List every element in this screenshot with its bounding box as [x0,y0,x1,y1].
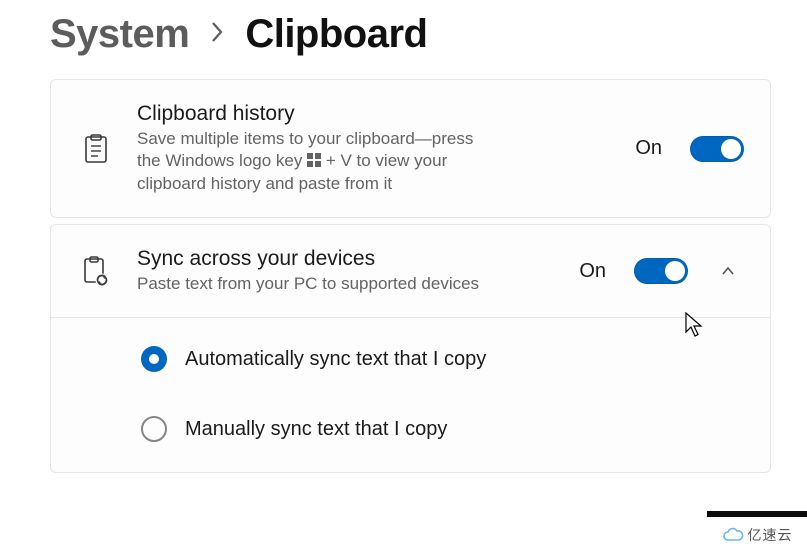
windows-logo-icon [307,151,321,173]
breadcrumb-system[interactable]: System [50,12,189,57]
clipboard-sync-icon [79,256,113,286]
sync-devices-state: On [579,260,606,283]
watermark-text: 亿速云 [748,525,793,545]
sync-devices-toggle[interactable] [634,258,688,284]
watermark: 亿速云 [707,511,807,553]
clipboard-history-state: On [635,137,662,160]
clipboard-icon [79,134,113,164]
clipboard-history-title: Clipboard history [137,102,611,126]
clipboard-history-description: Save multiple items to your clipboard—pr… [137,128,497,195]
cloud-icon [722,526,744,545]
sync-devices-title: Sync across your devices [137,247,555,271]
sync-devices-card: Sync across your devices Paste text from… [50,224,771,473]
chevron-right-icon [209,19,225,51]
radio-auto-label: Automatically sync text that I copy [185,348,486,371]
chevron-up-icon [720,263,736,279]
radio-auto[interactable] [141,346,167,372]
clipboard-history-toggle[interactable] [690,136,744,162]
radio-manual[interactable] [141,416,167,442]
sync-devices-description: Paste text from your PC to supported dev… [137,273,497,295]
radio-manual-label: Manually sync text that I copy [185,418,447,441]
sync-options-panel: Automatically sync text that I copy Manu… [51,317,770,472]
page-title: Clipboard [245,12,427,57]
breadcrumb: System Clipboard [50,12,771,57]
sync-option-auto[interactable]: Automatically sync text that I copy [141,346,744,372]
collapse-button[interactable] [712,263,744,279]
sync-option-manual[interactable]: Manually sync text that I copy [141,416,744,442]
clipboard-history-card: Clipboard history Save multiple items to… [50,79,771,218]
